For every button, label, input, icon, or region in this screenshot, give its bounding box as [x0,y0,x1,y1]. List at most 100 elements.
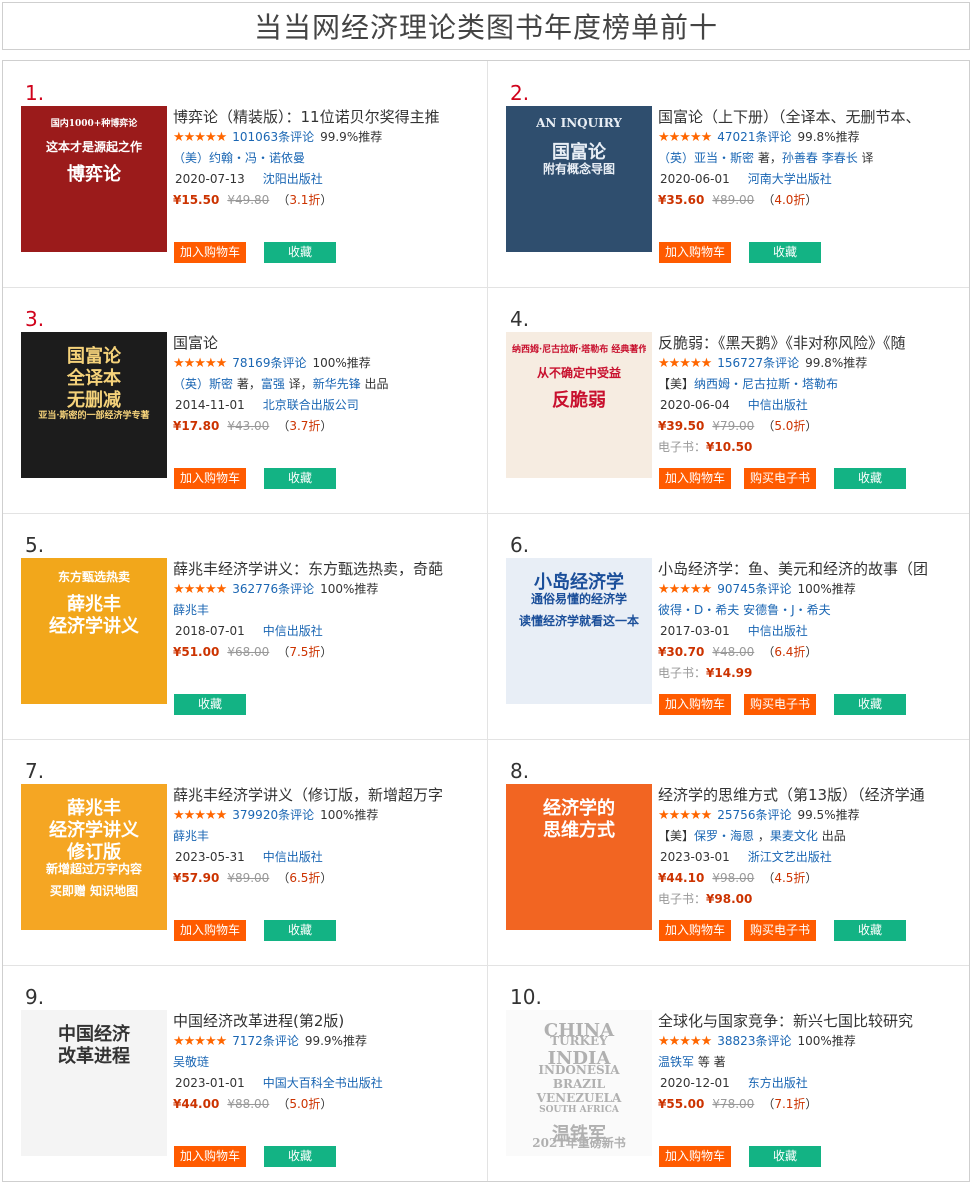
original-price: ¥43.00 [227,419,270,433]
review-count-link[interactable]: 78169条评论 [232,356,306,370]
price-row: ¥55.00 ¥78.00 （7.1折） [658,1094,958,1115]
book-title-link[interactable]: 中国经济改革进程(第2版) [173,1011,473,1031]
review-count-link[interactable]: 362776条评论 [232,582,314,596]
author-link[interactable]: 纳西姆・尼古拉斯・塔勒布 [694,377,838,391]
book-title-link[interactable]: 经济学的思维方式（第13版）（经济学通 [658,785,958,805]
book-title-link[interactable]: 博弈论（精装版）：11位诺贝尔奖得主推 [173,107,473,127]
cover-text: 通俗易懂的经济学 [530,592,627,606]
favorite-button[interactable]: 收藏 [749,242,821,263]
author-link[interactable]: 新华先锋 [313,377,361,391]
favorite-button[interactable]: 收藏 [264,920,336,941]
cover-text: 买即赠 知识地图 [49,884,139,898]
add-to-cart-button[interactable]: 加入购物车 [659,920,731,941]
favorite-button[interactable]: 收藏 [834,694,906,715]
add-to-cart-button[interactable]: 加入购物车 [659,1146,731,1167]
review-count-link[interactable]: 156727条评论 [717,356,799,370]
publisher-link[interactable]: 河南大学出版社 [748,172,832,186]
star-rating: ★★★★★ [173,808,227,823]
rank-number: 4. [510,307,530,331]
publisher-link[interactable]: 中国大百科全书出版社 [263,1076,383,1090]
author-link[interactable]: 彼得・D・希夫 [658,603,739,617]
publisher-link[interactable]: 中信出版社 [748,624,808,638]
author-link[interactable]: 李春长 [822,151,858,165]
author-row: （美）约翰・冯・诺依曼 [173,148,473,169]
author-link[interactable]: 吴敬琏 [173,1055,209,1069]
author-link[interactable]: 果麦文化 [770,829,818,843]
author-link[interactable]: （美）约翰・冯・诺依曼 [173,151,305,165]
author-link[interactable]: （英）亚当・斯密 [658,151,754,165]
price-row: ¥17.80 ¥43.00 （3.7折） [173,416,473,437]
author-link[interactable]: 薛兆丰 [173,603,209,617]
favorite-button[interactable]: 收藏 [749,1146,821,1167]
book-cover[interactable]: 国内1000+种博弈论 这本才是源起之作 博弈论 [21,106,167,252]
review-count-link[interactable]: 101063条评论 [232,130,314,144]
review-count-link[interactable]: 7172条评论 [232,1034,299,1048]
author-link[interactable]: 孙善春 [782,151,818,165]
publisher-link[interactable]: 中信出版社 [263,850,323,864]
book-item: 10. CHINA TURKEY INDIA INDONESIA BRAZIL VENEZU… [488,965,970,1191]
favorite-button[interactable]: 收藏 [174,694,246,715]
author-text: 【美】 [658,829,695,843]
book-title-link[interactable]: 国富论 [173,333,473,353]
book-cover[interactable]: 纳西姆·尼古拉斯·塔勒布 经典著作 从不确定中受益 反脆弱 [506,332,652,478]
recommend-rate: 100%推荐 [320,808,379,822]
book-cover[interactable]: 薛兆丰 经济学讲义 修订版 新增超过万字内容 买即赠 知识地图 [21,784,167,930]
author-link[interactable]: 富强 [261,377,285,391]
book-cover[interactable]: 国富论 全译本 无删减 亚当·斯密的一部经济学专著 [21,332,167,478]
book-title-link[interactable]: 全球化与国家竞争：新兴七国比较研究 [658,1011,958,1031]
add-to-cart-button[interactable]: 加入购物车 [174,242,246,263]
favorite-button[interactable]: 收藏 [834,468,906,489]
book-title-link[interactable]: 薛兆丰经济学讲义：东方甄选热卖，奇葩 [173,559,473,579]
book-cover[interactable]: 中国经济 改革进程 [21,1010,167,1156]
book-cover[interactable]: 经济学的 思维方式 [506,784,652,930]
cover-text: BRAZIL [552,1076,606,1091]
book-cover[interactable]: 东方甄选热卖 薛兆丰 经济学讲义 [21,558,167,704]
author-link[interactable]: 保罗・海恩 [694,829,754,843]
publisher-link[interactable]: 中信出版社 [748,398,808,412]
review-count-link[interactable]: 47021条评论 [717,130,791,144]
original-price: ¥68.00 [227,645,270,659]
cover-text: 反脆弱 [552,390,606,411]
favorite-button[interactable]: 收藏 [834,920,906,941]
author-link[interactable]: 薛兆丰 [173,829,209,843]
add-to-cart-button[interactable]: 加入购物车 [174,468,246,489]
book-title-link[interactable]: 薛兆丰经济学讲义（修订版，新增超万字 [173,785,473,805]
publisher-link[interactable]: 东方出版社 [748,1076,808,1090]
author-row: 【美】保罗・海恩 ，果麦文化 出品 [658,826,958,847]
review-count-link[interactable]: 90745条评论 [717,582,791,596]
book-title-link[interactable]: 国富论（上下册）（全译本、无删节本、 [658,107,958,127]
buy-ebook-button[interactable]: 购买电子书 [744,920,816,941]
add-to-cart-button[interactable]: 加入购物车 [174,1146,246,1167]
book-cover[interactable]: CHINA TURKEY INDIA INDONESIA BRAZIL VENEZUELA… [506,1010,652,1156]
book-cover[interactable]: AN INQUIRY 国富论 附有概念导图 [506,106,652,252]
review-count-link[interactable]: 38823条评论 [717,1034,791,1048]
buy-ebook-button[interactable]: 购买电子书 [744,468,816,489]
favorite-button[interactable]: 收藏 [264,242,336,263]
publisher-link[interactable]: 浙江文艺出版社 [748,850,832,864]
favorite-button[interactable]: 收藏 [264,1146,336,1167]
publisher-link[interactable]: 沈阳出版社 [263,172,323,186]
buy-ebook-button[interactable]: 购买电子书 [744,694,816,715]
price-row: ¥35.60 ¥89.00 （4.0折） [658,190,958,211]
star-rating: ★★★★★ [173,356,227,371]
discount-close: ） [805,645,818,659]
add-to-cart-button[interactable]: 加入购物车 [174,920,246,941]
review-count-link[interactable]: 379920条评论 [232,808,314,822]
original-price: ¥48.00 [712,645,755,659]
review-count-link[interactable]: 25756条评论 [717,808,791,822]
author-link[interactable]: （英）斯密 [173,377,233,391]
rating-row: ★★★★★ 25756条评论 99.5%推荐 [658,805,958,826]
publisher-link[interactable]: 中信出版社 [263,624,323,638]
author-link[interactable]: 温铁军 [658,1055,694,1069]
favorite-button[interactable]: 收藏 [264,468,336,489]
book-title-link[interactable]: 小岛经济学：鱼、美元和经济的故事（团 [658,559,958,579]
add-to-cart-button[interactable]: 加入购物车 [659,694,731,715]
author-link[interactable]: 安德鲁・J・希夫 [743,603,831,617]
add-to-cart-button[interactable]: 加入购物车 [659,242,731,263]
price-row: ¥39.50 ¥79.00 （5.0折） [658,416,958,437]
publisher-link[interactable]: 北京联合出版公司 [263,398,359,412]
discount: （5.0折） [277,1097,332,1111]
book-cover[interactable]: 小岛经济学 通俗易懂的经济学 读懂经济学就看这一本 [506,558,652,704]
add-to-cart-button[interactable]: 加入购物车 [659,468,731,489]
book-title-link[interactable]: 反脆弱：《黑天鹅》《非对称风险》《随 [658,333,958,353]
